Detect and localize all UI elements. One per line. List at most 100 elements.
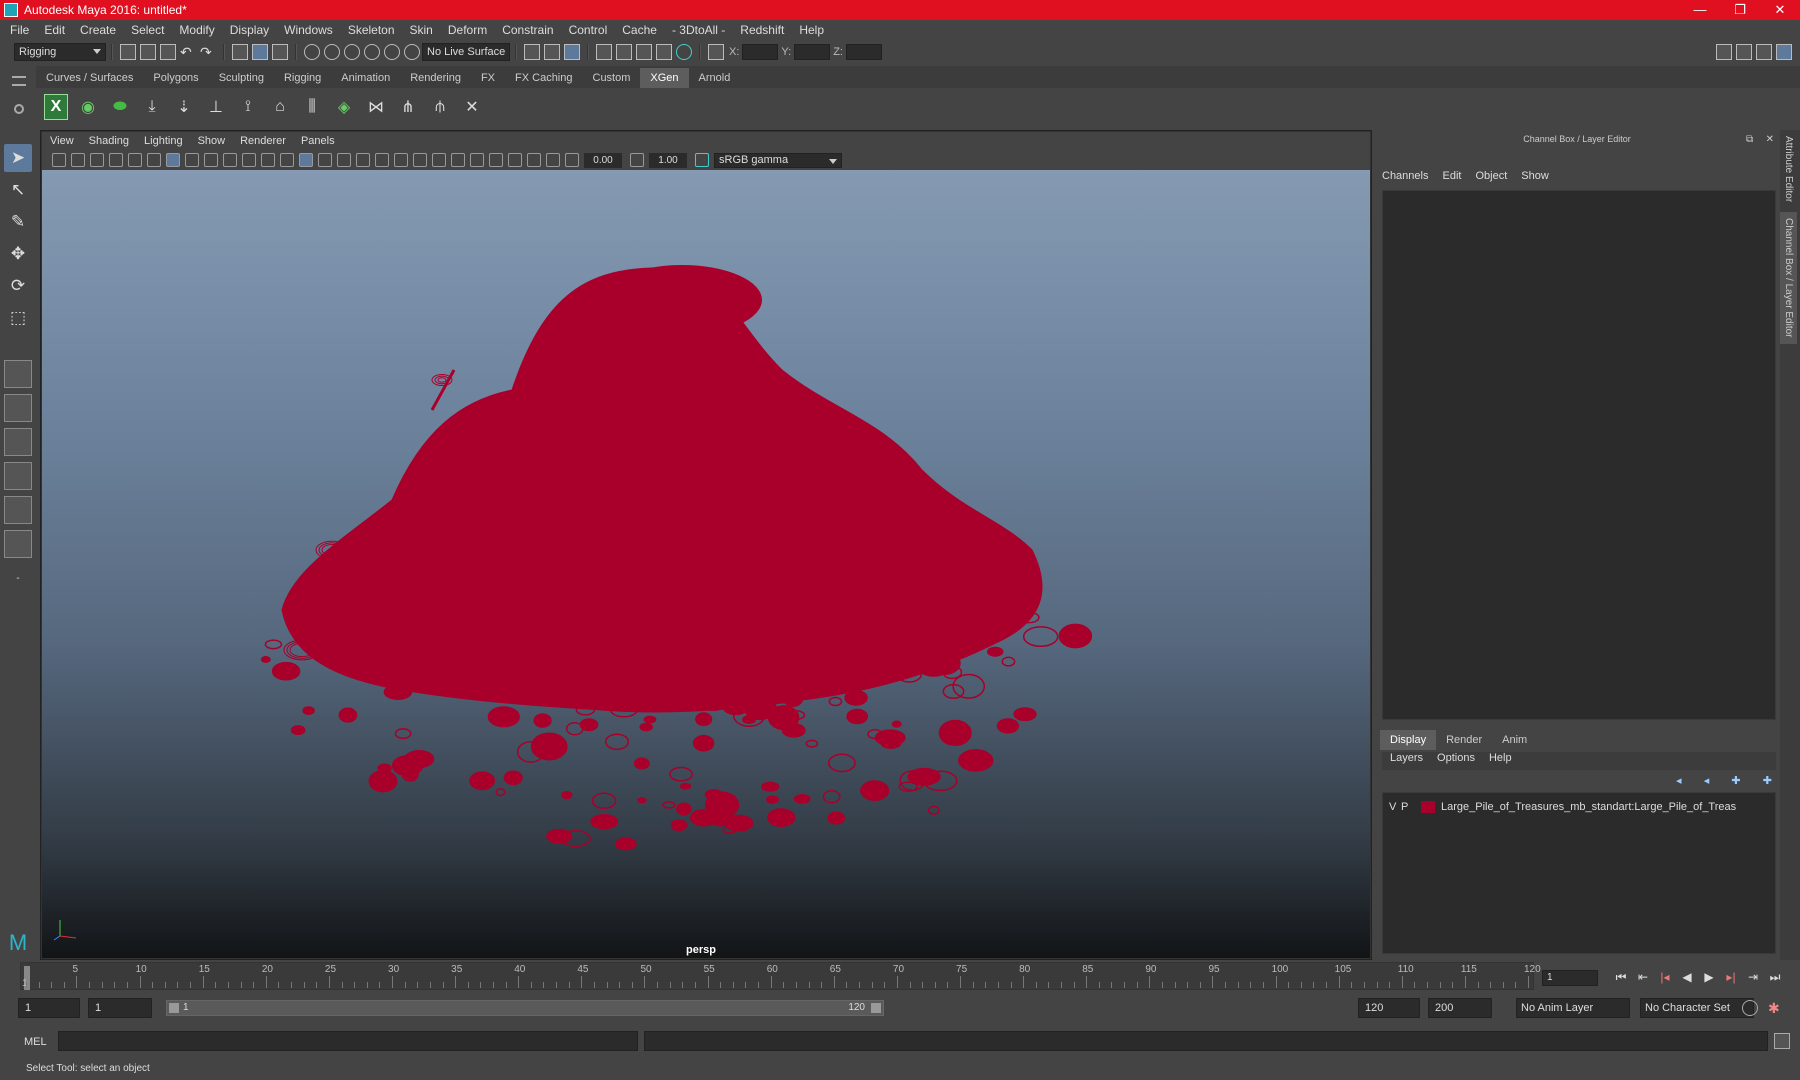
image-plane-icon[interactable] — [109, 153, 123, 167]
move-tool-icon[interactable]: ✥ — [4, 240, 32, 268]
input-ops-icon[interactable] — [524, 44, 540, 60]
xgen-layer-icon[interactable]: ◈ — [332, 94, 356, 120]
smooth-shade-icon[interactable] — [318, 153, 332, 167]
tab-curves-surfaces[interactable]: Curves / Surfaces — [36, 68, 143, 88]
menu-create[interactable]: Create — [80, 23, 116, 37]
render-settings-icon[interactable] — [636, 44, 652, 60]
step-back-key-icon[interactable]: ⇤ — [1636, 970, 1650, 984]
gamma-icon[interactable] — [630, 153, 644, 167]
viewport-menu-lighting[interactable]: Lighting — [144, 135, 183, 147]
viewport-menu-renderer[interactable]: Renderer — [240, 135, 286, 147]
y-field[interactable] — [794, 44, 831, 60]
menuset-dropdown[interactable]: Rigging — [14, 43, 106, 61]
safe-action-icon[interactable] — [261, 153, 275, 167]
tab-sculpting[interactable]: Sculpting — [209, 68, 274, 88]
viewport-menu-view[interactable]: View — [50, 135, 74, 147]
viewport-menu-shading[interactable]: Shading — [89, 135, 129, 147]
2d-pan-zoom-icon[interactable] — [128, 153, 142, 167]
persp-hypershade-layout-icon[interactable] — [4, 496, 32, 524]
undo-icon[interactable]: ↶ — [180, 44, 196, 60]
create-layer-from-selected-icon[interactable]: ✚ — [1763, 774, 1772, 788]
go-to-end-icon[interactable]: ⏭ — [1768, 970, 1782, 984]
snap-view-plane-icon[interactable] — [364, 44, 380, 60]
toolbox-collapse-icon[interactable]: - — [4, 564, 32, 592]
menu-deform[interactable]: Deform — [448, 23, 487, 37]
make-live-icon[interactable] — [404, 44, 420, 60]
maximize-button[interactable]: ❐ — [1720, 2, 1760, 18]
persp-outliner-layout-icon[interactable] — [4, 428, 32, 456]
layer-row[interactable]: V P Large_Pile_of_Treasures_mb_standart:… — [1383, 797, 1775, 817]
menu-help[interactable]: Help — [799, 23, 824, 37]
paint-select-tool-icon[interactable]: ✎ — [4, 208, 32, 236]
live-surface-field[interactable]: No Live Surface — [422, 43, 510, 61]
xgen-lock-length-icon[interactable]: ⌂ — [268, 94, 292, 120]
xgen-preview-icon[interactable]: ◉ — [76, 94, 100, 120]
xray-icon[interactable] — [508, 153, 522, 167]
ipr-render-icon[interactable] — [616, 44, 632, 60]
xgen-editor-icon[interactable]: X — [44, 94, 68, 120]
step-forward-key-icon[interactable]: ⇥ — [1746, 970, 1760, 984]
tool-settings-icon[interactable] — [1756, 44, 1772, 60]
redo-icon[interactable]: ↷ — [200, 44, 216, 60]
xgen-bend-guide-icon[interactable]: ⟟ — [236, 94, 260, 120]
layers-menu[interactable]: Layers — [1390, 752, 1423, 770]
range-slider[interactable]: 1 120 — [166, 1000, 884, 1016]
tab-animation[interactable]: Animation — [331, 68, 400, 88]
transform-mode-icon[interactable] — [708, 44, 724, 60]
playback-end-field[interactable]: 120 — [1358, 998, 1420, 1018]
resolution-gate-icon[interactable] — [204, 153, 218, 167]
field-chart-icon[interactable] — [242, 153, 256, 167]
tab-render[interactable]: Render — [1436, 730, 1492, 750]
tab-custom[interactable]: Custom — [583, 68, 641, 88]
script-editor-icon[interactable] — [1774, 1033, 1790, 1049]
tab-channel-box-layer-editor[interactable]: Channel Box / Layer Editor — [1780, 212, 1797, 344]
menu-windows[interactable]: Windows — [284, 23, 333, 37]
attribute-editor-toggle-icon[interactable] — [1736, 44, 1752, 60]
render-view-icon[interactable] — [676, 44, 692, 60]
motion-blur-icon[interactable] — [432, 153, 446, 167]
shadows-icon[interactable] — [394, 153, 408, 167]
command-language-label[interactable]: MEL — [24, 1036, 47, 1048]
anim-layer-dropdown[interactable]: No Anim Layer — [1516, 998, 1630, 1018]
wireframe-icon[interactable] — [299, 153, 313, 167]
range-end-handle[interactable] — [871, 1003, 881, 1013]
go-to-start-icon[interactable]: ⏮ — [1614, 970, 1628, 984]
create-empty-layer-icon[interactable]: ✚ — [1731, 774, 1740, 788]
layer-name[interactable]: Large_Pile_of_Treasures_mb_standart:Larg… — [1441, 801, 1736, 813]
save-scene-icon[interactable] — [160, 44, 176, 60]
gate-mask-icon[interactable] — [223, 153, 237, 167]
tab-fx-caching[interactable]: FX Caching — [505, 68, 582, 88]
snap-point-icon[interactable] — [344, 44, 360, 60]
isolate-select-icon[interactable] — [489, 153, 503, 167]
menu-skeleton[interactable]: Skeleton — [348, 23, 395, 37]
scene-end-field[interactable]: 200 — [1428, 998, 1492, 1018]
outliner-persp-layout-icon[interactable] — [4, 530, 32, 558]
tab-polygons[interactable]: Polygons — [143, 68, 208, 88]
color-management-icon[interactable] — [695, 153, 709, 167]
camera-select-icon[interactable] — [52, 153, 66, 167]
play-forward-icon[interactable]: ▶ — [1702, 970, 1716, 984]
float-panel-icon[interactable]: ⧉ — [1746, 134, 1753, 146]
persp-graph-layout-icon[interactable] — [4, 462, 32, 490]
screen-space-ao-icon[interactable] — [413, 153, 427, 167]
viewport-menu-show[interactable]: Show — [198, 135, 226, 147]
menu-redshift[interactable]: Redshift — [740, 23, 784, 37]
menu-file[interactable]: File — [10, 23, 29, 37]
snap-grid-icon[interactable] — [304, 44, 320, 60]
tab-xgen[interactable]: XGen — [640, 68, 689, 88]
step-forward-frame-icon[interactable]: ▸| — [1724, 970, 1738, 984]
film-gate-icon[interactable] — [185, 153, 199, 167]
textured-icon[interactable] — [356, 153, 370, 167]
render-frame-icon[interactable] — [596, 44, 612, 60]
scene-start-field[interactable]: 1 — [18, 998, 80, 1018]
xgen-guides-to-curves-icon[interactable]: ⫼ — [300, 94, 324, 120]
menu-display[interactable]: Display — [230, 23, 269, 37]
tab-rigging[interactable]: Rigging — [274, 68, 331, 88]
menu-constrain[interactable]: Constrain — [502, 23, 553, 37]
menu-3dtoall[interactable]: - 3DtoAll - — [672, 23, 725, 37]
xray-joints-icon[interactable] — [527, 153, 541, 167]
show-menu[interactable]: Show — [1521, 170, 1549, 188]
xgen-add-guide-icon[interactable]: ⤓ — [140, 94, 164, 120]
scale-tool-icon[interactable]: ⬚ — [4, 304, 32, 332]
current-frame-value[interactable]: 1 — [1542, 970, 1598, 986]
